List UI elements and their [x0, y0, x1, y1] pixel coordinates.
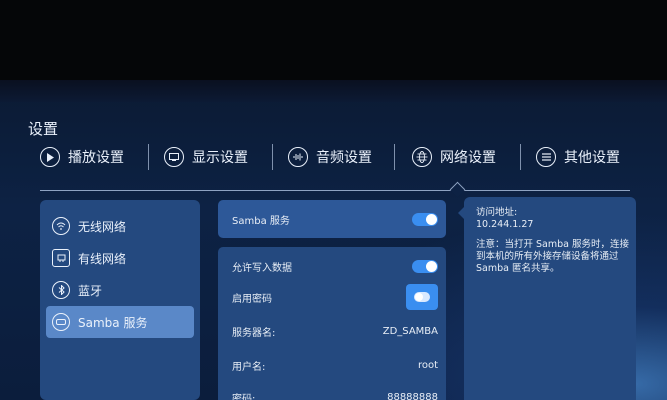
- sidebar-item-label: 无线网络: [78, 219, 127, 234]
- toggle-knob: [426, 213, 437, 225]
- tab-label: 播放设置: [68, 150, 124, 166]
- globe-icon: [412, 147, 432, 167]
- toggle-knob: [426, 260, 437, 272]
- setting-label: 允许写入数据: [232, 262, 292, 274]
- server-name-value: ZD_SAMBA: [382, 325, 438, 337]
- setting-label: Samba 服务: [232, 215, 290, 227]
- tab-divider: [272, 144, 273, 170]
- display-icon: [164, 147, 184, 167]
- settings-screen: 设置 播放设置 显示设置 音频设置 网络设置 其他设置 无线网络 有线网络 蓝牙…: [0, 80, 667, 400]
- samba-service-setting: Samba 服务: [232, 209, 438, 229]
- menu-icon: [536, 147, 556, 167]
- tab-playback[interactable]: 播放设置: [40, 142, 124, 172]
- username-value: root: [417, 359, 438, 371]
- ethernet-icon: [52, 249, 70, 267]
- sidebar-item-label: 蓝牙: [78, 283, 103, 298]
- tab-display[interactable]: 显示设置: [164, 142, 248, 172]
- bluetooth-icon: [52, 281, 70, 299]
- tab-divider: [520, 144, 521, 170]
- sidebar-item-label: 有线网络: [78, 251, 127, 266]
- tab-divider: [148, 144, 149, 170]
- tab-label: 音频设置: [316, 150, 372, 166]
- tab-network[interactable]: 网络设置: [412, 142, 496, 172]
- sidebar-item-wireless[interactable]: 无线网络: [46, 210, 194, 242]
- tab-label: 网络设置: [440, 150, 496, 166]
- tab-label: 其他设置: [564, 150, 620, 166]
- allow-write-toggle[interactable]: [412, 259, 438, 273]
- sidebar-item-samba[interactable]: Samba 服务: [46, 306, 194, 338]
- address-value: 10.244.1.27: [476, 219, 534, 230]
- tab-bar: 播放设置 显示设置 音频设置 网络设置 其他设置: [36, 142, 656, 172]
- network-sidebar: 无线网络 有线网络 蓝牙 Samba 服务: [40, 200, 200, 400]
- password-value: 88888888: [387, 391, 438, 400]
- setting-label: 用户名:: [232, 361, 266, 373]
- tab-other[interactable]: 其他设置: [536, 142, 620, 172]
- server-name-setting[interactable]: 服务器名: ZD_SAMBA: [232, 321, 438, 341]
- password-setting[interactable]: 密码: 88888888: [232, 387, 438, 400]
- toggle-track: [414, 292, 430, 302]
- sidebar-item-bluetooth[interactable]: 蓝牙: [46, 274, 194, 306]
- allow-write-setting[interactable]: 允许写入数据: [232, 256, 438, 276]
- toggle-knob: [415, 293, 423, 301]
- audio-icon: [288, 147, 308, 167]
- setting-label: 密码:: [232, 393, 256, 400]
- samba-icon: [52, 313, 70, 331]
- samba-settings-panel: 允许写入数据 启用密码 服务器名: ZD_SAMBA 用户名: root 密码:…: [218, 247, 446, 400]
- page-title: 设置: [28, 120, 59, 138]
- setting-label: 服务器名:: [232, 327, 276, 339]
- sidebar-item-wired[interactable]: 有线网络: [46, 242, 194, 274]
- tab-underline: [40, 190, 630, 191]
- tab-label: 显示设置: [192, 150, 248, 166]
- sidebar-item-label: Samba 服务: [78, 315, 148, 330]
- tab-audio[interactable]: 音频设置: [288, 142, 372, 172]
- active-tab-indicator: [449, 181, 466, 198]
- enable-password-toggle[interactable]: [406, 284, 438, 310]
- enable-password-setting[interactable]: 启用密码: [232, 284, 438, 310]
- tab-divider: [394, 144, 395, 170]
- samba-service-row[interactable]: Samba 服务: [218, 200, 446, 238]
- setting-label: 启用密码: [232, 293, 272, 305]
- samba-service-toggle[interactable]: [412, 212, 438, 226]
- play-icon: [40, 147, 60, 167]
- wifi-icon: [52, 217, 70, 235]
- address-label: 访问地址:: [476, 207, 518, 218]
- top-band: [0, 80, 667, 102]
- username-setting[interactable]: 用户名: root: [232, 355, 438, 375]
- info-note: 注意：当打开 Samba 服务时，连接到本机的所有外接存储设备将通过 Samba…: [476, 239, 629, 274]
- info-panel: 访问地址: 10.244.1.27 注意：当打开 Samba 服务时，连接到本机…: [464, 197, 636, 400]
